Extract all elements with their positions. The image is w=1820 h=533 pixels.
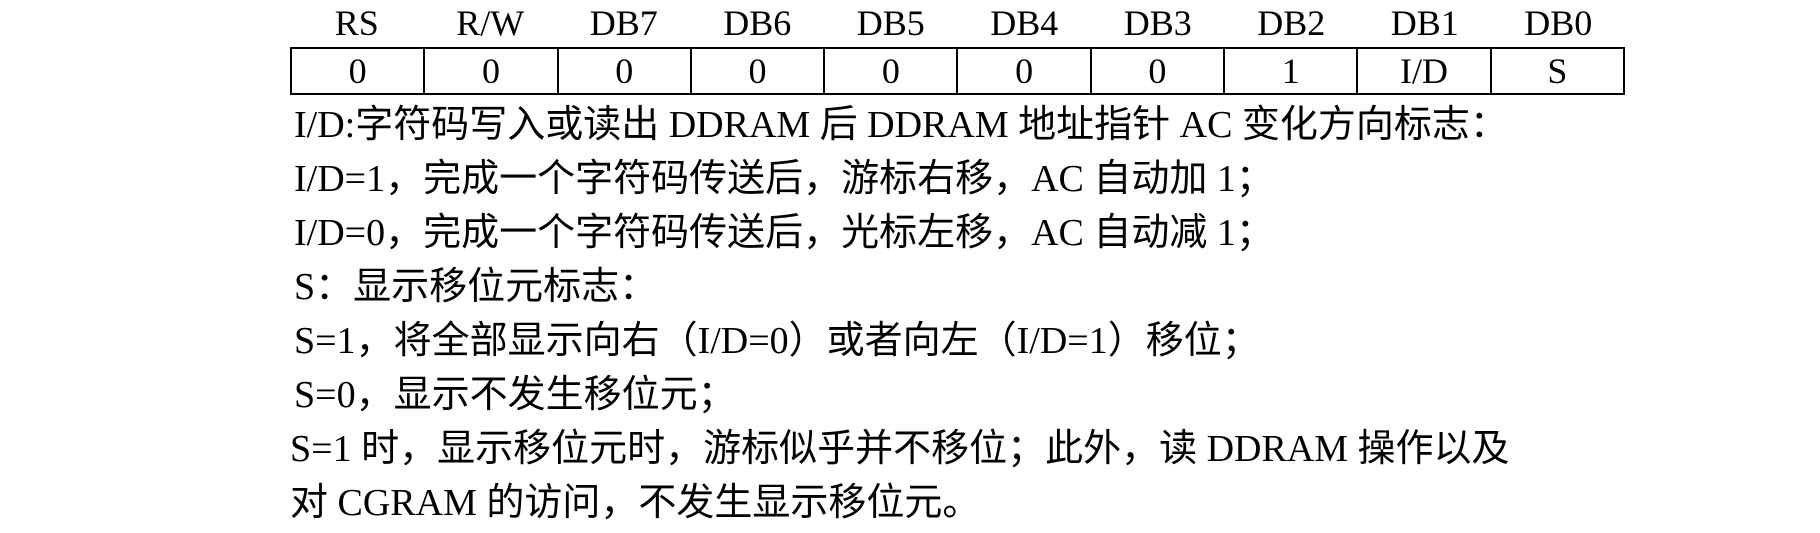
bit-value-db7: 0 — [556, 47, 692, 95]
bit-value-db3: 0 — [1089, 47, 1226, 95]
bit-header-db0: DB0 — [1524, 3, 1593, 43]
register-bit-table: 0 0 0 0 0 0 0 1 I/D S — [289, 47, 1626, 95]
text-line-note-1: S=1 时，显示移位元时，游标似乎并不移位；此外，读 DDRAM 操作以及 — [290, 428, 1510, 470]
text-line-id-1: I/D=1，完成一个字符码传送后，游标右移，AC 自动加 1； — [294, 158, 1274, 200]
bit-header-db4: DB4 — [990, 3, 1059, 43]
text-line-id-0: I/D=0，完成一个字符码传送后，光标左移，AC 自动减 1； — [294, 212, 1274, 254]
bit-value-db4: 0 — [956, 47, 1092, 95]
bit-value-db6: 0 — [689, 47, 826, 95]
bit-header-rs: RS — [334, 3, 379, 43]
bit-value-rw: 0 — [423, 47, 559, 95]
bit-header-db1: DB1 — [1390, 3, 1459, 43]
bit-header-db6: DB6 — [723, 3, 792, 43]
bit-header-row: RS R/W DB7 DB6 DB5 DB4 DB3 DB2 DB1 DB0 — [290, 0, 1625, 46]
text-line-s-1: S=1，将全部显示向右（I/D=0）或者向左（I/D=1）移位； — [294, 320, 1260, 362]
description-text: I/D:字符码写入或读出 DDRAM 后 DDRAM 地址指针 AC 变化方向标… — [290, 98, 1620, 530]
text-line-note-2: 对 CGRAM 的访问，不发生显示移位元。 — [290, 482, 981, 524]
bit-value-db1: I/D — [1356, 47, 1492, 95]
bit-value-db2: 1 — [1223, 47, 1359, 95]
bit-value-db0: S — [1489, 47, 1626, 95]
text-line-s-0: S=0，显示不发生移位元； — [294, 374, 736, 416]
text-line-id-flag: I/D:字符码写入或读出 DDRAM 后 DDRAM 地址指针 AC 变化方向标… — [294, 104, 1508, 146]
bit-header-db7: DB7 — [589, 3, 658, 43]
bit-header-db2: DB2 — [1257, 3, 1326, 43]
bit-value-rs: 0 — [289, 47, 426, 95]
text-line-s-flag: S：显示移位元标志： — [294, 266, 658, 308]
table-row: 0 0 0 0 0 0 0 1 I/D S — [289, 47, 1626, 95]
bit-header-db3: DB3 — [1123, 3, 1192, 43]
bit-value-db5: 0 — [823, 47, 959, 95]
document-page: RS R/W DB7 DB6 DB5 DB4 DB3 DB2 DB1 DB0 0… — [0, 0, 1820, 533]
bit-header-db5: DB5 — [856, 3, 925, 43]
bit-header-rw: R/W — [456, 3, 525, 43]
